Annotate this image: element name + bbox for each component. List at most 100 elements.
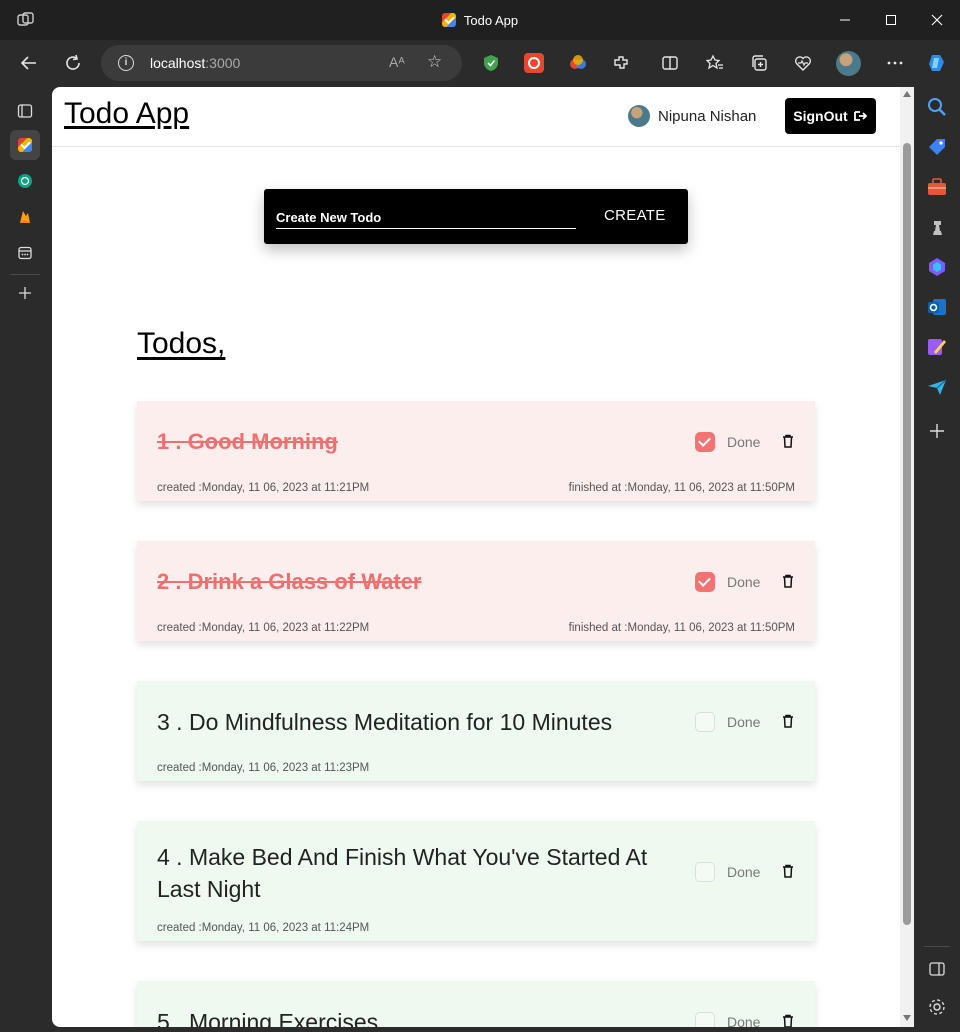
tab-other[interactable] xyxy=(10,238,40,268)
done-label: Done xyxy=(727,1014,761,1027)
shopping-tag-icon[interactable] xyxy=(926,136,948,158)
app-brand[interactable]: Todo App xyxy=(64,97,189,131)
browser-essentials-button[interactable] xyxy=(788,48,818,78)
split-screen-button[interactable] xyxy=(655,48,685,78)
read-aloud-icon[interactable]: Aᴬ xyxy=(389,54,405,70)
window-title-area: Todo App xyxy=(0,0,960,40)
scroll-down-arrow-icon[interactable] xyxy=(903,1015,911,1021)
trash-icon[interactable] xyxy=(782,714,794,728)
trash-icon[interactable] xyxy=(782,574,794,588)
created-timestamp: created :Monday, 11 06, 2023 at 11:23PM xyxy=(157,762,370,774)
edge-sidebar xyxy=(914,86,960,1032)
copilot-m365-icon[interactable] xyxy=(926,256,948,278)
url-port: :3000 xyxy=(205,55,241,71)
window-title: Todo App xyxy=(463,12,519,28)
create-button[interactable]: CREATE xyxy=(604,207,666,224)
sidebar-settings-gear-icon[interactable] xyxy=(926,996,948,1018)
favorite-star-icon[interactable]: ☆ xyxy=(427,52,442,72)
profile-avatar[interactable] xyxy=(836,51,861,76)
created-timestamp: created :Monday, 11 06, 2023 at 11:24PM xyxy=(157,922,370,934)
refresh-button[interactable] xyxy=(58,48,88,78)
scroll-up-arrow-icon[interactable] xyxy=(903,91,911,97)
favorites-button[interactable] xyxy=(700,48,730,78)
toolbox-icon[interactable] xyxy=(926,176,948,198)
settings-more-button[interactable] xyxy=(880,48,910,78)
todo-card: 1 . Good Morning Done created :Monday, 1… xyxy=(137,401,815,501)
done-label: Done xyxy=(727,434,761,450)
todos-heading: Todos, xyxy=(137,327,226,360)
page-viewport: Todo App Nipuna Nishan SignOut CREATE To… xyxy=(52,87,914,1027)
finished-timestamp: finished at :Monday, 11 06, 2023 at 11:5… xyxy=(568,482,795,494)
todo-card: 3 . Do Mindfulness Meditation for 10 Min… xyxy=(137,681,815,781)
sidebar-divider xyxy=(10,274,40,275)
tab-chatgpt[interactable] xyxy=(10,166,40,196)
done-checkbox[interactable] xyxy=(695,432,715,452)
page-scrollbar[interactable] xyxy=(900,87,914,1027)
close-window-button[interactable] xyxy=(914,0,960,40)
url-host: localhost xyxy=(150,55,206,71)
tab-panel-icon xyxy=(17,104,33,118)
done-label: Done xyxy=(727,574,761,590)
site-info-icon[interactable]: i xyxy=(118,55,134,71)
puzzle-icon xyxy=(614,56,628,69)
url-text[interactable]: localhost:3000 xyxy=(150,55,240,71)
done-checkbox[interactable] xyxy=(695,572,715,592)
browser-toolbar: i localhost:3000 Aᴬ ☆ xyxy=(0,40,960,86)
back-button[interactable] xyxy=(14,48,44,78)
done-checkbox[interactable] xyxy=(695,862,715,882)
color-extension-icon[interactable] xyxy=(568,53,588,73)
todo-favicon-icon xyxy=(18,138,32,152)
todo-card: 5 . Morning Exercises Done xyxy=(137,981,815,1027)
copilot-icon xyxy=(929,55,944,71)
plus-icon xyxy=(19,287,31,299)
collections-icon xyxy=(752,55,767,71)
favorites-list-icon xyxy=(706,54,723,70)
hide-sidebar-icon[interactable] xyxy=(926,958,948,980)
title-bar: Todo App xyxy=(0,0,960,40)
minimize-button[interactable] xyxy=(822,0,868,40)
designer-icon[interactable] xyxy=(926,336,948,358)
done-checkbox[interactable] xyxy=(695,1012,715,1027)
new-tab-button[interactable] xyxy=(10,278,40,308)
app-header: Todo App Nipuna Nishan SignOut xyxy=(52,87,900,147)
todo-card: 2 . Drink a Glass of Water Done created … xyxy=(137,541,815,641)
firebase-icon xyxy=(20,211,30,223)
send-drop-icon[interactable] xyxy=(926,376,948,398)
record-extension-icon[interactable] xyxy=(524,53,544,73)
todo-title: 5 . Morning Exercises xyxy=(157,1009,379,1027)
games-chess-icon[interactable] xyxy=(926,216,948,238)
created-timestamp: created :Monday, 11 06, 2023 at 11:22PM xyxy=(157,622,370,634)
add-sidebar-app-icon[interactable] xyxy=(926,420,948,442)
collections-button[interactable] xyxy=(744,48,774,78)
tab-firebase[interactable] xyxy=(10,202,40,232)
todo-title: 1 . Good Morning xyxy=(157,429,338,454)
split-screen-icon xyxy=(662,56,678,70)
tab-actions-button[interactable] xyxy=(10,96,40,126)
copilot-button[interactable] xyxy=(922,48,952,78)
extensions-button[interactable] xyxy=(606,48,636,78)
minimize-icon xyxy=(840,19,850,21)
back-arrow-icon xyxy=(20,56,36,70)
done-label: Done xyxy=(727,714,761,730)
user-info: Nipuna Nishan xyxy=(628,105,756,127)
user-name: Nipuna Nishan xyxy=(658,107,757,125)
scrollbar-thumb[interactable] xyxy=(903,143,911,925)
todo-title: 4 . Make Bed And Finish What You've Star… xyxy=(157,844,648,902)
signout-button[interactable]: SignOut xyxy=(785,98,876,134)
search-icon[interactable] xyxy=(926,96,948,118)
sidebar-divider xyxy=(924,946,950,947)
todo-card: 4 . Make Bed And Finish What You've Star… xyxy=(137,821,815,941)
shield-extension-icon[interactable] xyxy=(481,53,501,73)
trash-icon[interactable] xyxy=(782,434,794,448)
trash-icon[interactable] xyxy=(782,864,794,878)
close-icon xyxy=(931,14,943,26)
maximize-button[interactable] xyxy=(868,0,914,40)
done-checkbox[interactable] xyxy=(695,712,715,732)
maximize-icon xyxy=(886,15,896,25)
tab-todo-app[interactable] xyxy=(10,130,40,160)
new-todo-input[interactable] xyxy=(276,207,576,229)
address-bar[interactable]: i localhost:3000 Aᴬ ☆ xyxy=(101,45,462,81)
outlook-icon[interactable] xyxy=(926,296,948,318)
trash-icon[interactable] xyxy=(782,1014,794,1027)
refresh-icon xyxy=(66,54,80,70)
